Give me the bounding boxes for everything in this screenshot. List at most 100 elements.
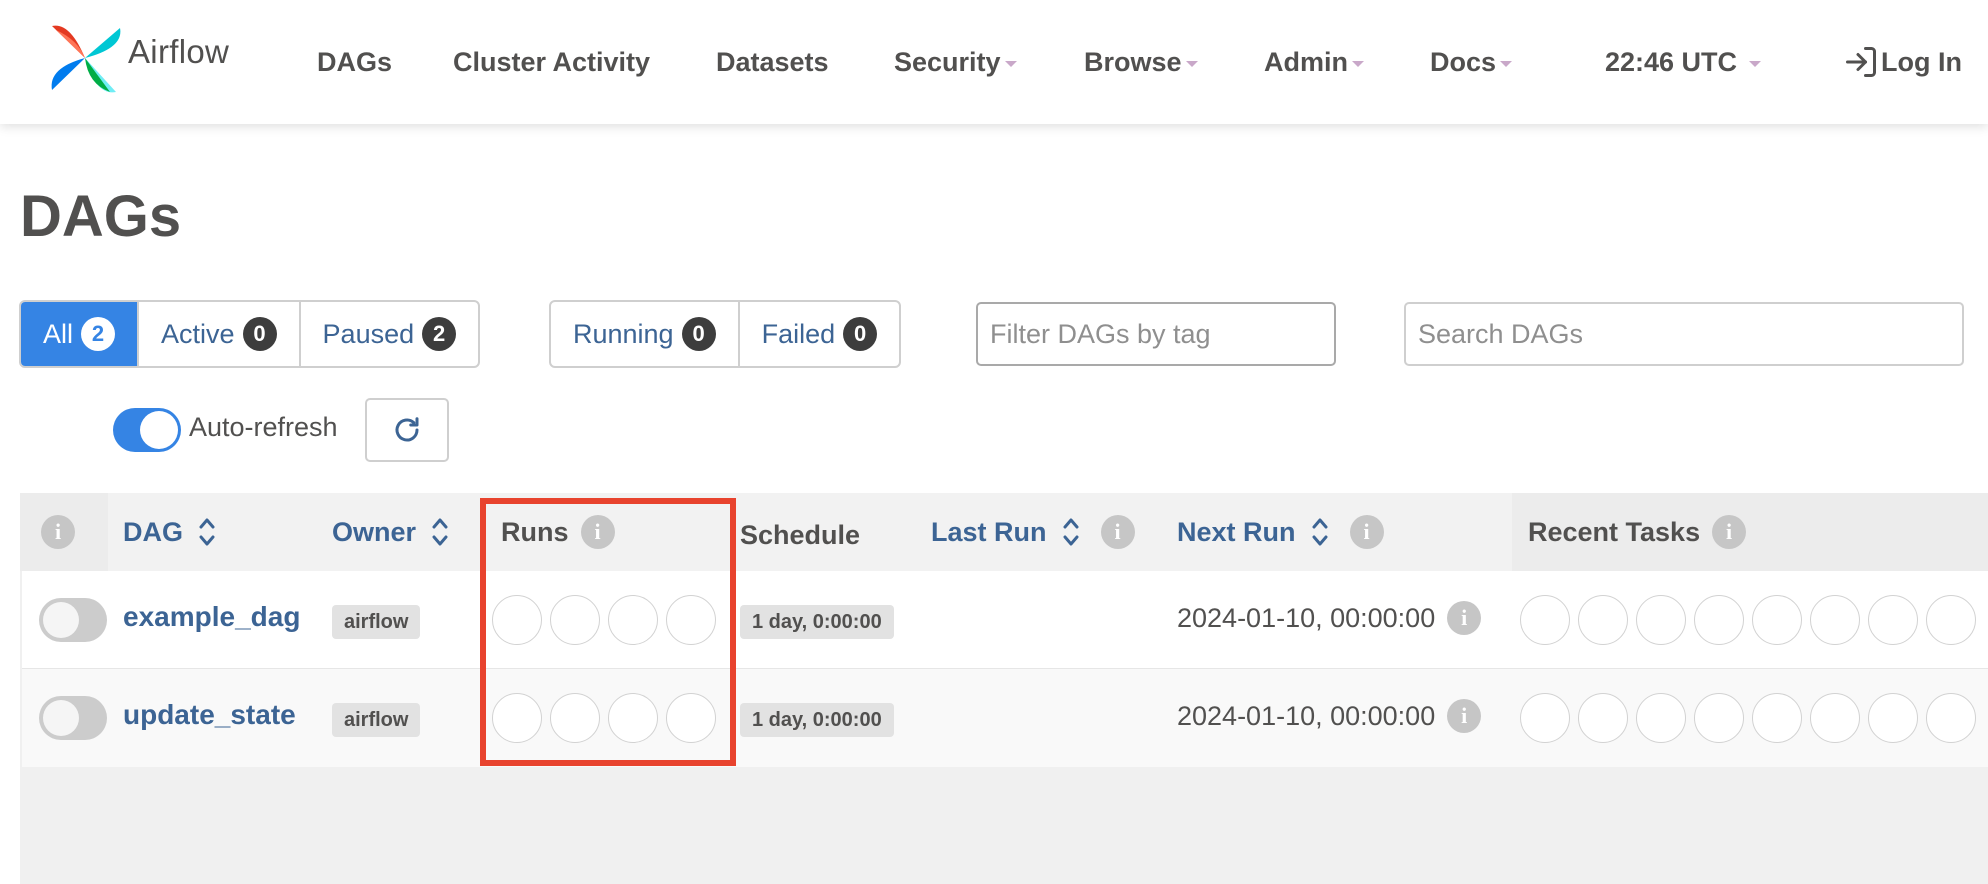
- filter-failed-button[interactable]: Failed 0: [740, 302, 900, 366]
- filter-active-count: 0: [242, 317, 277, 351]
- task-status-circle[interactable]: [1520, 693, 1570, 743]
- auto-refresh-toggle[interactable]: [113, 408, 181, 452]
- login-label: Log In: [1881, 46, 1962, 77]
- nav-cluster-activity[interactable]: Cluster Activity: [453, 44, 650, 80]
- nav-time-label: 22:46 UTC: [1605, 47, 1738, 77]
- dag-column-header[interactable]: DAG: [123, 493, 217, 571]
- task-status-circle[interactable]: [1810, 693, 1860, 743]
- runs-status-circles: [492, 693, 724, 743]
- refresh-button[interactable]: [365, 398, 449, 462]
- info-icon[interactable]: i: [1447, 601, 1482, 635]
- tag-filter-input[interactable]: [976, 302, 1336, 366]
- task-status-circle[interactable]: [1810, 595, 1860, 645]
- run-status-circle[interactable]: [608, 693, 658, 743]
- dags-table: i DAG Owner Runs i Schedule Last Run i N…: [20, 493, 1988, 884]
- next-run-header-label: Next Run: [1177, 516, 1296, 547]
- filter-all-button[interactable]: All 2: [21, 302, 140, 366]
- nav-admin[interactable]: Admin: [1264, 44, 1364, 80]
- filter-running-label: Running: [573, 318, 674, 349]
- filter-running-button[interactable]: Running 0: [551, 302, 740, 366]
- task-status-circle[interactable]: [1636, 693, 1686, 743]
- dag-id-link[interactable]: update_state: [123, 699, 296, 731]
- filter-failed-label: Failed: [761, 318, 836, 349]
- filter-failed-count: 0: [843, 317, 878, 351]
- status-filter-group: All 2 Active 0 Paused 2: [19, 300, 481, 368]
- table-row: update_state airflow 1 day, 0:00:00 2024…: [22, 669, 1988, 767]
- chevron-down-icon: [1748, 61, 1761, 67]
- task-status-circle[interactable]: [1694, 693, 1744, 743]
- nav-security-label: Security: [894, 47, 1001, 77]
- brand[interactable]: Airflow: [48, 22, 229, 94]
- nav-datasets[interactable]: Datasets: [716, 44, 829, 80]
- filter-active-label: Active: [161, 318, 235, 349]
- owner-header-label: Owner: [332, 516, 417, 547]
- task-status-circle[interactable]: [1868, 693, 1918, 743]
- dag-header-label: DAG: [123, 516, 183, 547]
- dag-pause-toggle[interactable]: [39, 696, 107, 740]
- login-icon: [1846, 47, 1877, 77]
- toggle-knob: [43, 602, 79, 638]
- sort-icon: [1312, 518, 1328, 546]
- toggle-knob: [43, 700, 79, 736]
- next-run-cell: 2024-01-10, 00:00:00 i: [1177, 699, 1482, 733]
- recent-tasks-circles: [1520, 595, 1984, 645]
- dag-id-link[interactable]: example_dag: [123, 601, 300, 633]
- info-icon[interactable]: i: [1349, 515, 1384, 549]
- task-status-circle[interactable]: [1636, 595, 1686, 645]
- info-icon[interactable]: i: [41, 515, 75, 549]
- info-icon[interactable]: i: [580, 515, 615, 549]
- next-run-value: 2024-01-10, 00:00:00: [1177, 602, 1436, 633]
- brand-name: Airflow: [128, 33, 230, 70]
- run-status-circle[interactable]: [608, 595, 658, 645]
- task-status-circle[interactable]: [1694, 595, 1744, 645]
- sort-icon: [199, 518, 215, 546]
- info-icon[interactable]: i: [1712, 515, 1747, 549]
- filter-paused-button[interactable]: Paused 2: [301, 302, 479, 366]
- task-status-circle[interactable]: [1868, 595, 1918, 645]
- nav-docs-label: Docs: [1430, 47, 1497, 77]
- nav-browse[interactable]: Browse: [1084, 44, 1198, 80]
- refresh-icon: [395, 417, 419, 442]
- run-status-circle[interactable]: [666, 595, 716, 645]
- owner-badge[interactable]: airflow: [332, 605, 421, 639]
- last-run-column-header[interactable]: Last Run i: [931, 493, 1135, 571]
- runs-header-label: Runs: [501, 516, 569, 547]
- run-status-circle[interactable]: [550, 595, 600, 645]
- task-status-circle[interactable]: [1926, 595, 1976, 645]
- nav-docs[interactable]: Docs: [1430, 44, 1513, 80]
- nav-time[interactable]: 22:46 UTC: [1605, 44, 1761, 80]
- schedule-badge: 1 day, 0:00:00: [740, 605, 894, 639]
- owner-badge[interactable]: airflow: [332, 703, 421, 737]
- owner-column-header[interactable]: Owner: [332, 493, 450, 571]
- nav-dags[interactable]: DAGs: [317, 44, 392, 80]
- task-status-circle[interactable]: [1520, 595, 1570, 645]
- dag-pause-toggle[interactable]: [39, 598, 107, 642]
- next-run-column-header[interactable]: Next Run i: [1177, 493, 1384, 571]
- task-status-circle[interactable]: [1578, 693, 1628, 743]
- sort-icon: [1063, 518, 1079, 546]
- nav-admin-label: Admin: [1264, 47, 1348, 77]
- search-dags-input[interactable]: [1404, 302, 1964, 366]
- toggle-knob: [140, 411, 178, 449]
- next-run-value: 2024-01-10, 00:00:00: [1177, 700, 1436, 731]
- run-status-circle[interactable]: [492, 693, 542, 743]
- nav-security[interactable]: Security: [894, 44, 1017, 80]
- info-icon[interactable]: i: [1100, 515, 1135, 549]
- task-status-circle[interactable]: [1752, 595, 1802, 645]
- chevron-down-icon: [1500, 61, 1513, 67]
- run-status-circle[interactable]: [666, 693, 716, 743]
- task-status-circle[interactable]: [1926, 693, 1976, 743]
- nav-browse-label: Browse: [1084, 47, 1182, 77]
- info-icon[interactable]: i: [1447, 699, 1482, 733]
- run-status-circle[interactable]: [550, 693, 600, 743]
- filter-active-button[interactable]: Active 0: [139, 302, 301, 366]
- table-row: example_dag airflow 1 day, 0:00:00 2024-…: [22, 571, 1988, 669]
- chevron-down-icon: [1004, 61, 1017, 67]
- run-status-circle[interactable]: [492, 595, 542, 645]
- runs-column-header: Runs i: [501, 493, 615, 571]
- filter-all-label: All: [43, 318, 74, 349]
- chevron-down-icon: [1352, 61, 1364, 67]
- task-status-circle[interactable]: [1752, 693, 1802, 743]
- login-link[interactable]: Log In: [1843, 44, 1962, 80]
- task-status-circle[interactable]: [1578, 595, 1628, 645]
